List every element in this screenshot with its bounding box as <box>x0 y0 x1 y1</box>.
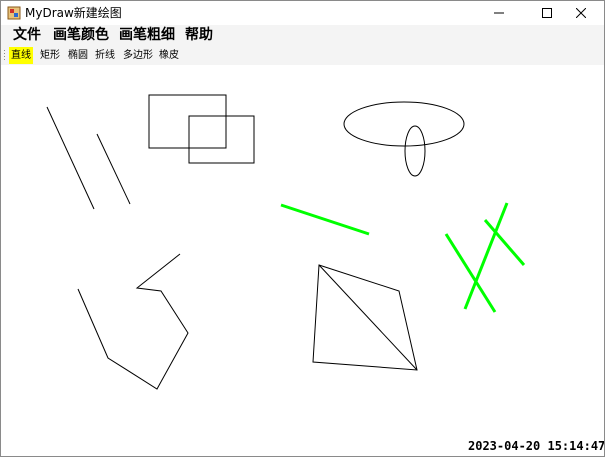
tool-rectangle[interactable]: 矩形 <box>38 47 62 64</box>
tool-ellipse[interactable]: 椭圆 <box>66 47 90 64</box>
close-icon <box>576 8 586 18</box>
drawn-thick-line <box>444 233 497 313</box>
close-button[interactable] <box>558 1 604 25</box>
toolbar-grip-icon[interactable] <box>3 49 6 63</box>
drawn-ellipse <box>404 125 426 177</box>
minimize-button[interactable] <box>476 1 522 25</box>
paint-app-icon <box>7 6 21 20</box>
menu-file[interactable]: 文件 <box>11 26 43 45</box>
menu-bar: 文件 画笔颜色 画笔粗细 帮助 <box>1 25 604 46</box>
menu-pen-width[interactable]: 画笔粗细 <box>117 26 177 45</box>
drawn-line <box>46 106 95 210</box>
tool-polygon[interactable]: 多边形 <box>121 47 155 64</box>
status-datetime: 2023-04-20 15:14:47 <box>468 439 605 453</box>
window-title: MyDraw新建绘图 <box>25 6 122 20</box>
drawn-polyline <box>77 253 189 390</box>
drawn-line <box>96 133 131 205</box>
drawn-thick-line <box>280 203 370 236</box>
title-bar[interactable]: MyDraw新建绘图 <box>1 1 604 25</box>
drawn-polygon <box>312 264 418 371</box>
drawn-ellipse <box>343 101 465 147</box>
drawn-rectangle <box>188 115 255 164</box>
drawing-canvas[interactable] <box>1 65 604 456</box>
tool-line[interactable]: 直线 <box>9 47 33 64</box>
drawn-rectangle <box>148 94 227 149</box>
app-window: MyDraw新建绘图 文件 画笔颜色 画笔粗细 帮助 直线 矩形 椭圆 折线 多… <box>0 0 605 457</box>
menu-pen-color[interactable]: 画笔颜色 <box>51 26 111 45</box>
maximize-icon <box>542 8 552 18</box>
tool-bar: 直线 矩形 椭圆 折线 多边形 橡皮 <box>1 46 604 65</box>
menu-help[interactable]: 帮助 <box>183 26 215 45</box>
drawn-thick-line <box>463 202 509 310</box>
tool-eraser[interactable]: 橡皮 <box>157 47 181 64</box>
tool-polyline[interactable]: 折线 <box>93 47 117 64</box>
drawing-surface <box>46 94 526 390</box>
minimize-icon <box>494 12 504 14</box>
